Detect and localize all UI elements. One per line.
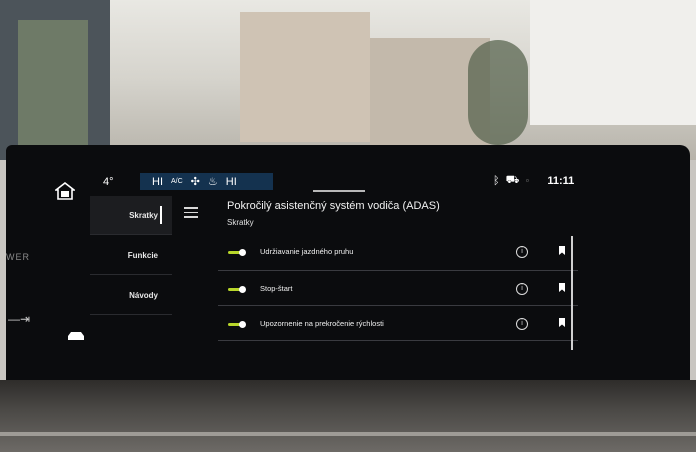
car-pillar — [0, 0, 110, 160]
bluetooth-icon: ᛒ — [493, 175, 500, 187]
bookmark-icon[interactable] — [559, 283, 565, 292]
scrollbar[interactable] — [571, 236, 573, 350]
info-icon[interactable]: i — [516, 246, 528, 258]
info-icon[interactable]: i — [516, 283, 528, 295]
background-building — [240, 12, 370, 142]
nav-item-funkcie[interactable]: Funkcie — [90, 236, 172, 274]
row-label: Stop-štart — [260, 284, 293, 293]
right-temp[interactable]: HI — [226, 176, 237, 188]
row-divider — [218, 270, 578, 271]
charging-icon: —⇥ — [8, 312, 31, 326]
clock: 11:11 — [547, 175, 575, 187]
background-tree — [468, 40, 528, 145]
climate-bar[interactable]: HI A/C ✣ ♨ HI — [140, 173, 273, 190]
row-label: Upozornenie na prekročenie rýchlosti — [260, 319, 384, 328]
info-icon[interactable]: i — [516, 318, 528, 330]
menu-icon[interactable] — [184, 207, 198, 221]
bookmark-icon[interactable] — [559, 318, 565, 327]
page-title: Pokročilý asistenčný systém vodiča (ADAS… — [227, 200, 440, 212]
toggle-knob[interactable] — [239, 321, 246, 328]
row-label: Udržiavanie jazdného pruhu — [260, 247, 354, 256]
fan-icon[interactable]: ✣ — [191, 175, 200, 188]
toggle-knob[interactable] — [239, 286, 246, 293]
pull-down-handle[interactable] — [313, 190, 365, 192]
seat-heat-icon[interactable]: ♨ — [208, 175, 218, 188]
power-label: WER — [6, 252, 30, 262]
nav-divider — [90, 234, 172, 235]
background-building — [530, 0, 696, 125]
nav-divider — [90, 274, 172, 275]
nav-item-skratky[interactable]: Skratky — [90, 196, 172, 234]
nav-item-navody[interactable]: Návody — [90, 276, 172, 314]
list-item[interactable]: Udržiavanie jazdného pruhu i — [218, 236, 578, 270]
window-view — [18, 20, 88, 150]
dashboard — [0, 380, 696, 452]
dashboard-trim — [0, 432, 696, 436]
car-icon[interactable] — [66, 330, 86, 342]
ac-label[interactable]: A/C — [171, 178, 183, 185]
page-subtitle: Skratky — [227, 218, 254, 227]
left-temp[interactable]: HI — [152, 176, 163, 188]
status-area: ᛒ ⛟ ◦ 11:11 — [493, 174, 574, 188]
bookmark-icon[interactable] — [559, 246, 565, 255]
home-icon[interactable] — [55, 182, 75, 200]
row-divider — [218, 340, 578, 341]
outside-temperature: 4° — [103, 176, 114, 188]
row-divider — [218, 305, 578, 306]
nav-divider — [90, 314, 172, 315]
location-icon: ◦ — [525, 175, 530, 187]
list-item[interactable]: Upozornenie na prekročenie rýchlosti i — [218, 308, 578, 342]
list-item[interactable]: Stop-štart i — [218, 273, 578, 307]
toggle-knob[interactable] — [239, 249, 246, 256]
connected-car-icon: ⛟ — [505, 174, 520, 186]
